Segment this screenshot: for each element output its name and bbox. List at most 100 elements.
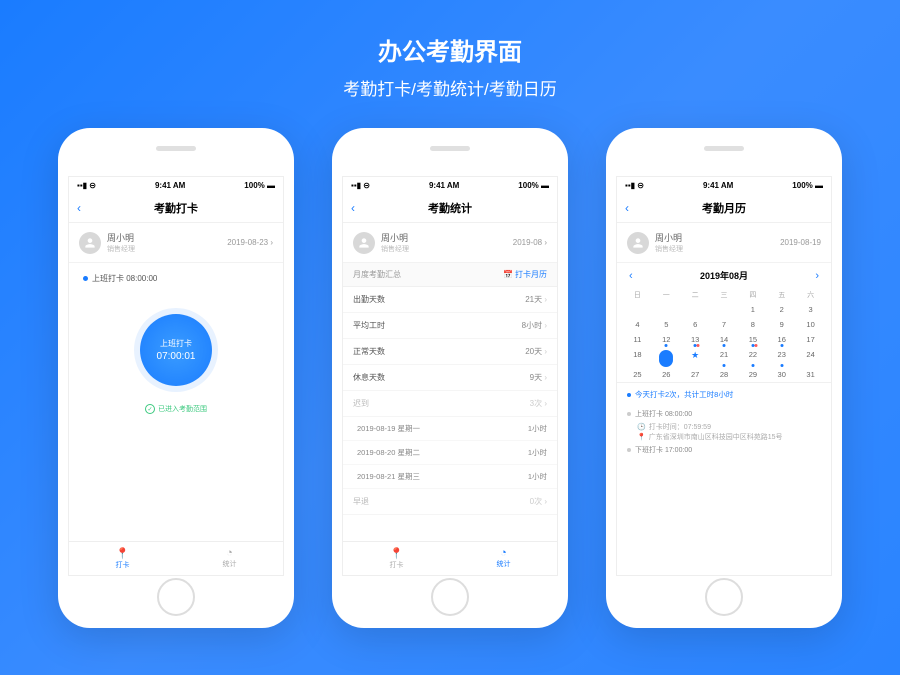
user-name: 周小明 [381, 231, 409, 244]
weekday-header: 日 [623, 288, 652, 302]
clock-in-button[interactable]: 上班打卡 07:00:01 [140, 314, 212, 386]
back-button[interactable]: ‹ [351, 201, 355, 215]
page-title: 办公考勤界面 [0, 32, 900, 67]
status-bar: ▪▪▮ ⊝ 9:41 AM 100% ▬ [617, 177, 831, 194]
calendar-day [710, 302, 739, 317]
user-role: 销售经理 [381, 244, 409, 254]
on-shift-label: 上班打卡 08:00:00 [627, 406, 821, 422]
calendar-day [681, 302, 710, 317]
clock-icon: 🕒 [637, 423, 646, 431]
status-bar: ▪▪▮ ⊝ 9:41 AM 100% ▬ [343, 177, 557, 194]
chart-icon: ◔ [450, 547, 557, 559]
calendar-day[interactable]: 7 [710, 317, 739, 332]
calendar-day[interactable]: 11 [623, 332, 652, 347]
next-month-button[interactable]: › [815, 270, 819, 282]
calendar-day [652, 302, 681, 317]
section-title: 月度考勤汇总 [353, 269, 401, 280]
nav-title: 考勤统计 [428, 200, 472, 216]
weekday-header: 三 [710, 288, 739, 302]
calendar-day[interactable]: 13 [681, 332, 710, 347]
calendar-day[interactable]: 26 [652, 367, 681, 382]
calendar-day[interactable]: 1 [738, 302, 767, 317]
calendar-day[interactable]: 17 [796, 332, 825, 347]
late-row[interactable]: 迟到3次 [343, 391, 557, 417]
calendar-day[interactable]: 18 [623, 347, 652, 367]
user-name: 周小明 [107, 231, 135, 244]
status-bar: ▪▪▮ ⊝ 9:41 AM 100% ▬ [69, 177, 283, 194]
calendar-day[interactable]: 30 [767, 367, 796, 382]
calendar-day[interactable]: 25 [623, 367, 652, 382]
tab-stats[interactable]: ◔统计 [176, 542, 283, 575]
calendar-day[interactable]: 12 [652, 332, 681, 347]
weekday-header: 二 [681, 288, 710, 302]
calendar-day[interactable]: ★ [681, 347, 710, 367]
month-label: 2019年08月 [700, 269, 748, 282]
signal-icon: ▪▪▮ ⊝ [351, 181, 370, 190]
page-subtitle: 考勤打卡/考勤统计/考勤日历 [0, 75, 900, 100]
nav-title: 考勤打卡 [154, 200, 198, 216]
battery-icon: 100% ▬ [518, 181, 549, 190]
calendar-day[interactable]: 29 [738, 367, 767, 382]
avatar [627, 232, 649, 254]
calendar-day[interactable]: 28 [710, 367, 739, 382]
late-detail-row: 2019-08-19 星期一1小时 [343, 417, 557, 441]
avatar [353, 232, 375, 254]
calendar-day[interactable]: 15 [738, 332, 767, 347]
calendar-day[interactable]: 22 [738, 347, 767, 367]
phone-stats: ▪▪▮ ⊝ 9:41 AM 100% ▬ ‹ 考勤统计 周小明 销售经理 201… [332, 128, 568, 628]
stat-row[interactable]: 休息天数9天 [343, 365, 557, 391]
pin-icon: 📍 [69, 547, 176, 560]
day-summary: 今天打卡2次，共计工时8小时 [617, 382, 831, 406]
stat-row[interactable]: 平均工时8小时 [343, 313, 557, 339]
date-label: 2019-08-19 [780, 238, 821, 247]
weekday-header: 一 [652, 288, 681, 302]
back-button[interactable]: ‹ [77, 201, 81, 215]
calendar-day[interactable]: 6 [681, 317, 710, 332]
nav-title: 考勤月历 [702, 200, 746, 216]
stat-row[interactable]: 出勤天数21天 [343, 287, 557, 313]
shift-label: 上班打卡 08:00:00 [83, 273, 157, 284]
user-role: 销售经理 [107, 244, 135, 254]
calendar-link[interactable]: 📅打卡月历 [503, 269, 547, 280]
tab-clockin[interactable]: 📍打卡 [69, 542, 176, 575]
calendar-day[interactable]: 2 [767, 302, 796, 317]
status-time: 9:41 AM [703, 181, 733, 190]
calendar-day[interactable]: 31 [796, 367, 825, 382]
calendar-day[interactable]: 8 [738, 317, 767, 332]
battery-icon: 100% ▬ [244, 181, 275, 190]
clock-in-time: 07:00:01 [157, 351, 196, 362]
calendar-day[interactable]: 14 [710, 332, 739, 347]
calendar-day[interactable]: 5 [652, 317, 681, 332]
weekday-header: 四 [738, 288, 767, 302]
calendar-day[interactable]: 16 [767, 332, 796, 347]
phone-clockin: ▪▪▮ ⊝ 9:41 AM 100% ▬ ‹ 考勤打卡 周小明 销售经理 201… [58, 128, 294, 628]
status-time: 9:41 AM [155, 181, 185, 190]
calendar-day[interactable]: 3 [796, 302, 825, 317]
calendar-day[interactable]: 23 [767, 347, 796, 367]
tab-clockin[interactable]: 📍打卡 [343, 542, 450, 575]
calendar-day[interactable]: 27 [681, 367, 710, 382]
chart-icon: ◔ [176, 547, 283, 559]
back-button[interactable]: ‹ [625, 201, 629, 215]
calendar-day[interactable]: 9 [767, 317, 796, 332]
punch-time: 🕒打卡时间：07:59:59 [627, 422, 821, 432]
calendar-icon: 📅 [503, 270, 513, 279]
late-detail-row: 2019-08-20 星期二1小时 [343, 441, 557, 465]
prev-month-button[interactable]: ‹ [629, 270, 633, 282]
phone-calendar: ▪▪▮ ⊝ 9:41 AM 100% ▬ ‹ 考勤月历 周小明 销售经理 201… [606, 128, 842, 628]
weekday-header: 五 [767, 288, 796, 302]
calendar-day[interactable]: 4 [623, 317, 652, 332]
stat-row[interactable]: 正常天数20天 [343, 339, 557, 365]
battery-icon: 100% ▬ [792, 181, 823, 190]
month-picker[interactable]: 2019-08 › [513, 238, 547, 247]
date-picker[interactable]: 2019-08-23 › [227, 238, 273, 247]
calendar-day[interactable]: 21 [710, 347, 739, 367]
early-row[interactable]: 早退0次 [343, 489, 557, 515]
tab-stats[interactable]: ◔统计 [450, 542, 557, 575]
location-icon: 📍 [637, 433, 646, 441]
calendar-day[interactable]: 24 [796, 347, 825, 367]
calendar-day[interactable]: 19 [652, 347, 681, 367]
geofence-hint: 已进入考勤范围 [145, 404, 207, 414]
calendar-day[interactable]: 10 [796, 317, 825, 332]
off-shift-label: 下班打卡 17:00:00 [627, 442, 821, 458]
